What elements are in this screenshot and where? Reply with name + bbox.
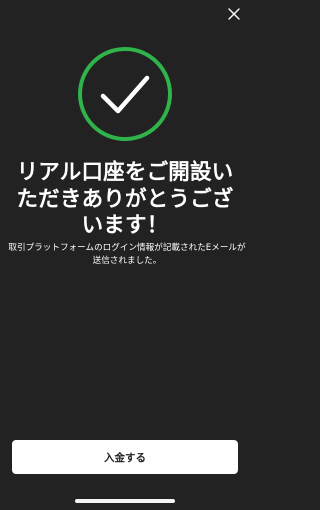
check-circle-icon: [78, 47, 172, 141]
email-sent-message: 取引プラットフォームのログイン情報が記載されたEメールが送信されました。: [8, 243, 246, 266]
account-opened-screen: リアル口座をご開設いただきありがとうございます！ 取引プラットフォームのログイン…: [0, 0, 250, 510]
deposit-button[interactable]: 入金する: [12, 440, 238, 474]
page-title: リアル口座をご開設いただきありがとうございます！: [16, 160, 234, 238]
close-icon: [228, 8, 240, 20]
close-button[interactable]: [224, 4, 244, 24]
home-indicator: [75, 499, 175, 503]
